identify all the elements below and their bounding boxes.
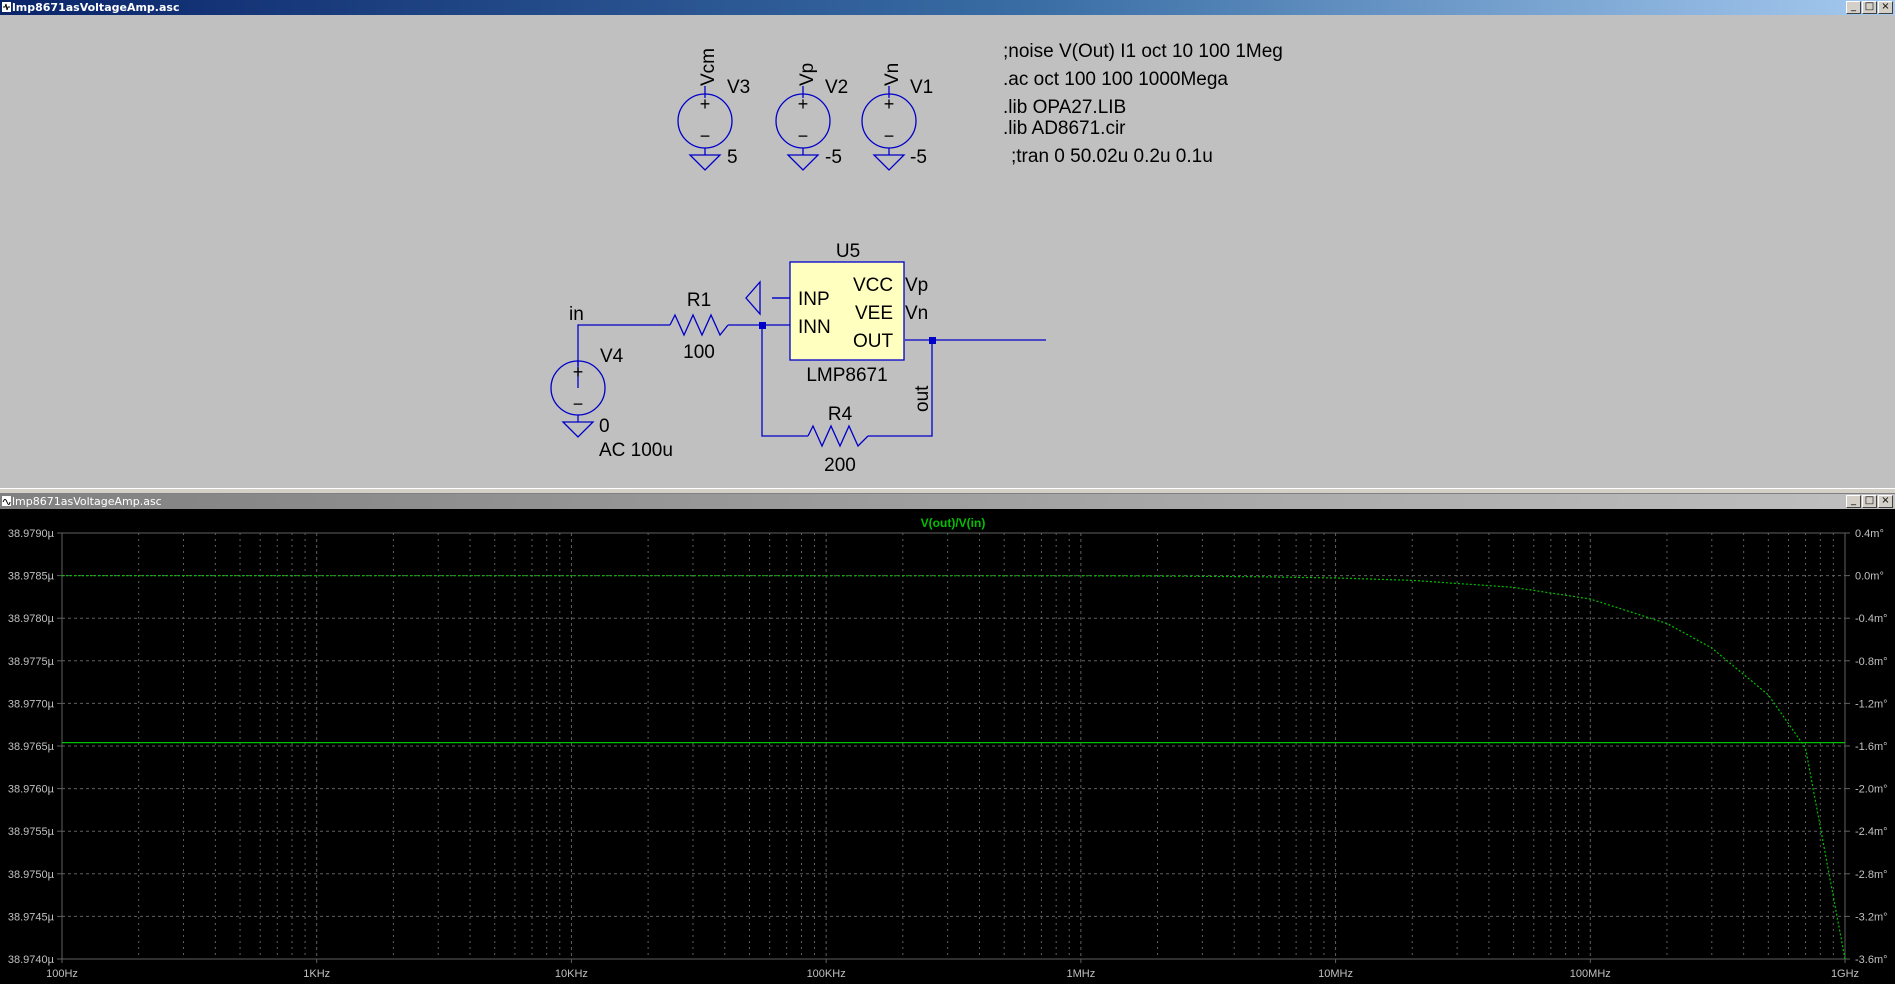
net-label-vcm: Vcm: [698, 48, 719, 86]
source-dc-v4: 0: [599, 416, 610, 437]
waveform-close-button[interactable]: ×: [1878, 495, 1893, 508]
y-right-tick-label: -2.8m°: [1855, 869, 1888, 881]
y-right-tick-label: -1.6m°: [1855, 741, 1888, 753]
x-tick-label: 100KHz: [807, 968, 846, 980]
directive-ac[interactable]: .ac oct 100 100 1000Mega: [1003, 69, 1228, 90]
schematic-title: lmp8671asVoltageAmp.asc: [12, 1, 180, 14]
app-icon: [2, 2, 11, 12]
directive-lib-opa27[interactable]: .lib OPA27.LIB: [1003, 97, 1126, 118]
svg-text:−: −: [573, 394, 584, 414]
svg-text:−: −: [700, 126, 711, 146]
source-name-v1: V1: [910, 77, 933, 98]
net-label-out[interactable]: out: [912, 385, 933, 412]
y-left-tick-label: 38.9760µ: [8, 784, 55, 796]
x-tick-label: 10MHz: [1318, 968, 1353, 980]
x-tick-label: 1KHz: [303, 968, 330, 980]
y-right-tick-label: -1.2m°: [1855, 698, 1888, 710]
directive-tran[interactable]: ;tran 0 50.02u 0.2u 0.1u: [1011, 146, 1213, 167]
trace-title[interactable]: V(out)/V(in): [921, 516, 986, 530]
y-left-tick-label: 38.9790µ: [8, 528, 55, 540]
minimize-button[interactable]: _: [1846, 1, 1861, 14]
source-ac-v4: AC 100u: [599, 440, 673, 461]
y-right-tick-label: 0.0m°: [1855, 571, 1884, 583]
junction-out: [929, 337, 936, 344]
svg-text:−: −: [884, 126, 895, 146]
waveform-minimize-button[interactable]: _: [1846, 495, 1861, 508]
x-tick-label: 1GHz: [1831, 968, 1859, 980]
x-tick-label: 100Hz: [46, 968, 78, 980]
y-right-tick-label: -3.6m°: [1855, 954, 1888, 966]
y-left-tick-label: 38.9775µ: [8, 656, 55, 668]
bode-plot[interactable]: 100Hz 1KHz 10KHz 100KHz 1MHz 10MHz 100MHz 1GHz 3…: [0, 509, 1895, 984]
y-right-tick-label: 0.4m°: [1855, 528, 1884, 540]
x-tick-label: 10KHz: [555, 968, 588, 980]
y-left-tick-label: 38.9745µ: [8, 911, 55, 923]
y-right-tick-label: -0.8m°: [1855, 656, 1888, 668]
net-label-vn-opamp: Vn: [905, 303, 928, 324]
y-left-tick-label: 38.9750µ: [8, 869, 55, 881]
pin-vcc: VCC: [853, 275, 893, 296]
opamp-u5[interactable]: U5 INP INN VCC VEE OUT Vp Vn LMP8671: [789, 241, 928, 386]
source-name-v4: V4: [600, 346, 624, 367]
pin-out: OUT: [853, 331, 894, 352]
waveform-plot-pane[interactable]: 100Hz 1KHz 10KHz 100KHz 1MHz 10MHz 100MHz 1GHz 3…: [0, 509, 1895, 984]
source-name-v2: V2: [825, 77, 848, 98]
pin-inp: INP: [798, 289, 830, 310]
svg-text:+: +: [700, 94, 711, 114]
waveform-title: lmp8671asVoltageAmp.asc: [12, 495, 162, 508]
voltage-source-v3[interactable]: + − Vcm V3 5: [677, 48, 750, 171]
y-left-tick-label: 38.9780µ: [8, 613, 55, 625]
r1-value: 100: [683, 342, 715, 363]
source-value-v2: -5: [825, 147, 842, 168]
resistor-r1[interactable]: R1 100: [669, 290, 729, 363]
waveform-maximize-button[interactable]: □: [1862, 495, 1877, 508]
directive-lib-ad8671[interactable]: .lib AD8671.cir: [1003, 118, 1126, 139]
schematic-canvas[interactable]: ;noise V(Out) I1 oct 10 100 1Meg .ac oct…: [0, 15, 1895, 488]
y-left-tick-label: 38.9785µ: [8, 571, 55, 583]
junction-inn: [759, 322, 766, 329]
svg-text:+: +: [884, 94, 895, 114]
svg-text:+: +: [798, 94, 809, 114]
net-label-vp-opamp: Vp: [905, 275, 928, 296]
source-name-v3: V3: [727, 77, 750, 98]
y-left-tick-label: 38.9755µ: [8, 826, 55, 838]
voltage-source-v1[interactable]: + − Vn V1 -5: [861, 63, 933, 171]
net-label-in[interactable]: in: [569, 304, 584, 325]
opamp-part: LMP8671: [806, 365, 887, 386]
y-right-tick-label: -2.0m°: [1855, 784, 1888, 796]
pin-inn: INN: [798, 317, 831, 338]
y-left-tick-label: 38.9740µ: [8, 954, 55, 966]
schematic-title-bar[interactable]: lmp8671asVoltageAmp.asc _ □ ×: [0, 0, 1895, 15]
svg-text:+: +: [573, 362, 584, 382]
pin-vee: VEE: [855, 303, 893, 324]
waveform-title-bar[interactable]: lmp8671asVoltageAmp.asc _ □ ×: [0, 494, 1895, 509]
resistor-r4[interactable]: R4 200: [807, 404, 869, 476]
ground-inp: [745, 280, 761, 316]
opamp-ref: U5: [836, 241, 860, 262]
voltage-source-v2[interactable]: + − Vp V2 -5: [775, 63, 848, 171]
x-tick-label: 1MHz: [1066, 968, 1095, 980]
net-label-vp-source: Vp: [797, 63, 818, 86]
svg-text:−: −: [798, 126, 809, 146]
source-value-v3: 5: [727, 147, 738, 168]
y-right-tick-label: -3.2m°: [1855, 911, 1888, 923]
y-right-tick-label: -2.4m°: [1855, 826, 1888, 838]
x-tick-label: 100MHz: [1570, 968, 1611, 980]
r4-value: 200: [824, 455, 856, 476]
r1-ref: R1: [687, 290, 711, 311]
r4-ref: R4: [828, 404, 853, 425]
maximize-button[interactable]: □: [1862, 1, 1877, 14]
y-right-tick-label: -0.4m°: [1855, 613, 1888, 625]
y-left-tick-label: 38.9765µ: [8, 741, 55, 753]
voltage-source-v4[interactable]: + − V4 0 AC 100u: [550, 346, 673, 461]
waveform-app-icon: [2, 496, 11, 506]
source-value-v1: -5: [910, 147, 927, 168]
net-label-vn-source: Vn: [882, 63, 903, 86]
y-left-tick-label: 38.9770µ: [8, 698, 55, 710]
directive-noise[interactable]: ;noise V(Out) I1 oct 10 100 1Meg: [1003, 41, 1283, 62]
close-button[interactable]: ×: [1878, 1, 1893, 14]
